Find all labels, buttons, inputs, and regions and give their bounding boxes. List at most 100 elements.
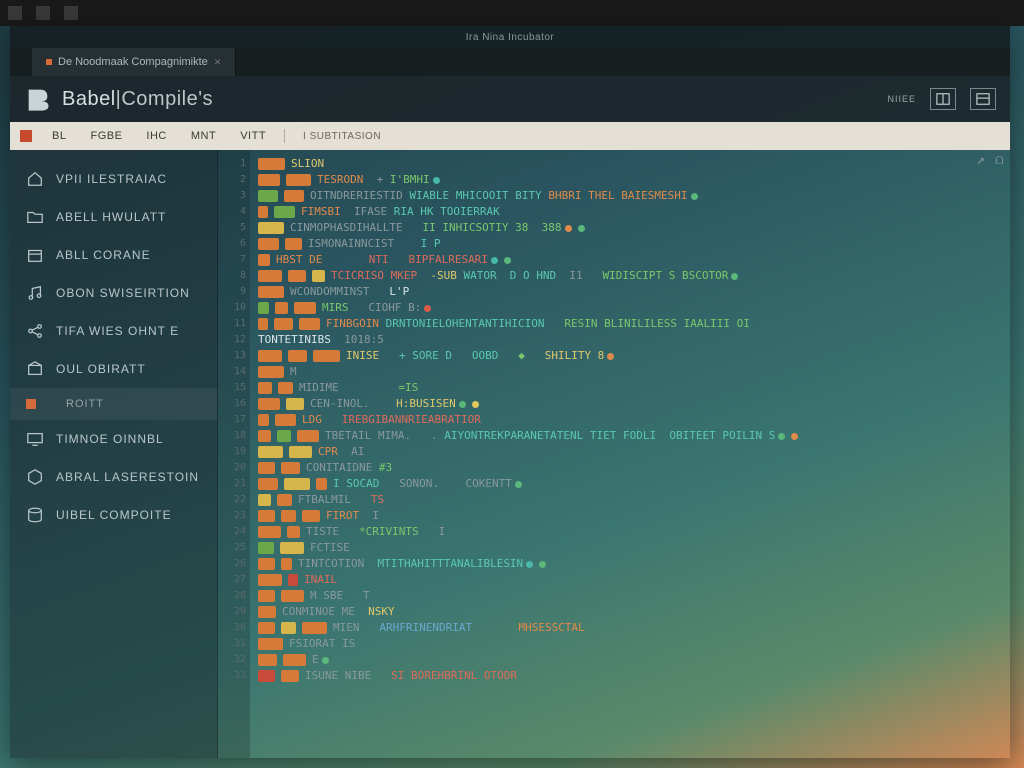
code-line[interactable]: 17LDG IREBGIBANNRIEABRATIOR [258,412,1000,428]
code-line[interactable]: 25FCTISE [258,540,1000,556]
code-token: TISTE [306,524,339,540]
code-line[interactable]: 28M SBE T [258,588,1000,604]
gutter-badge [289,446,312,458]
menu-item-4[interactable]: VITT [230,127,276,145]
code-line[interactable]: 6ISMONAINNCIST I P [258,236,1000,252]
code-token: E [312,652,319,668]
menu-item-1[interactable]: FGBE [80,127,132,145]
code-line[interactable]: 23FIROT I [258,508,1000,524]
code-line[interactable]: 33ISUNE NIBE SI BOREHBRINL OTODR [258,668,1000,684]
gutter-badge [280,542,304,554]
code-line[interactable]: 22FTBALMIL TS [258,492,1000,508]
sidebar-item-2[interactable]: ABLL CORANE [10,236,217,274]
sidebar-item-label: ROITT [66,398,104,410]
code-line[interactable]: 7HBST DE NTI BIPFALRESARI [258,252,1000,268]
sidebar-item-4[interactable]: TIFA WIES OHNT E [10,312,217,350]
sidebar-item-7[interactable]: TIMNOE OINNBL [10,420,217,458]
menu-extra[interactable]: I SUBTITASION [293,128,391,145]
code-line[interactable]: 30MIEN ARHFRINENDRIAT MHSESSCTAL [258,620,1000,636]
code-line[interactable]: 19CPR AI [258,444,1000,460]
sidebar-item-label: ABELL HWULATT [56,210,166,224]
code-line[interactable]: 27INAIL [258,572,1000,588]
code-token: ISUNE NIBE [305,668,371,684]
gutter-badge [286,398,304,410]
status-dot-icon [472,401,479,408]
code-line[interactable]: 11FINBGOIN DRNTONIELOHENTANTIHICION RESI… [258,316,1000,332]
menu-item-3[interactable]: MNT [181,127,226,145]
gutter-badge [258,526,281,538]
gutter-badge [316,478,327,490]
code-token: *CRIVINTS [359,524,419,540]
code-token: FINBGOIN [326,316,379,332]
os-app-icon-1[interactable] [36,6,50,20]
os-app-icon-2[interactable] [64,6,78,20]
code-line[interactable]: 5CINMOPHASDIHALLTE II INHICSOTIY 38 388 [258,220,1000,236]
code-line[interactable]: 4FIMSBI IFASE RIA HK TOOIERRAK [258,204,1000,220]
layout-split-button[interactable] [930,88,956,110]
line-number: 20 [218,460,246,476]
sidebar-item-label: TIMNOE OINNBL [56,432,164,446]
sidebar-item-3[interactable]: OBON SWISEIRTION [10,274,217,312]
code-token: OITNDRERIESTID [310,188,403,204]
code-line[interactable]: 9WCONDOMMINST L'P [258,284,1000,300]
code-token: I SOCAD [333,476,379,492]
code-token: FTBALMIL [298,492,351,508]
status-dot-icon [791,433,798,440]
line-number: 33 [218,668,246,684]
code-token: CINMOPHASDIHALLTE [290,220,403,236]
sidebar-item-9[interactable]: UIBEL COMPOITE [10,496,217,534]
line-number: 31 [218,636,246,652]
code-line[interactable]: 21I SOCAD SONON. COKENTT [258,476,1000,492]
code-line[interactable]: 26TINTCOTION MTITHAHITTTANALIBLESIN [258,556,1000,572]
record-icon[interactable] [20,130,32,142]
code-line[interactable]: 14M [258,364,1000,380]
code-token: CIOHF B: [349,300,422,316]
gutter-badge [258,590,275,602]
code-line[interactable]: 13INISE + SORE D OOBD ◆ SHILITY 8 [258,348,1000,364]
code-token: 1018:5 [331,332,384,348]
code-line[interactable]: 24TISTE *CRIVINTS I [258,524,1000,540]
code-token: MIEN [333,620,360,636]
code-line[interactable]: 31FSIORAT IS [258,636,1000,652]
line-number: 30 [218,620,246,636]
code-token: NTI [369,252,389,268]
sidebar-item-5[interactable]: OUL OBIRATT [10,350,217,388]
code-token: TINTCOTION [298,556,364,572]
code-line[interactable]: 15MIDIME =IS [258,380,1000,396]
code-token [322,412,342,428]
code-line[interactable]: 20CONITAIDNE #3 [258,460,1000,476]
status-dot-icon [504,257,511,264]
os-menu-icon[interactable] [8,6,22,20]
close-icon[interactable]: ✕ [214,57,222,68]
code-line[interactable]: 29CONMINOE ME NSKY [258,604,1000,620]
line-number: 1 [218,156,246,172]
code-line[interactable]: 12TONTETINIBS 1018:5 [258,332,1000,348]
code-editor[interactable]: ↗ ⩍ 1SLION2TESRODN + I'BMHI3OITNDRERIEST… [218,150,1010,758]
code-token: I P [394,236,440,252]
sidebar-item-0[interactable]: VPII ILESTRAIAC [10,160,217,198]
line-number: 28 [218,588,246,604]
code-line[interactable]: 10MIRS CIOHF B: [258,300,1000,316]
code-line[interactable]: 8TCICRISO MKEP -SUB WATOR D O HND I1 WID… [258,268,1000,284]
code-content[interactable]: 1SLION2TESRODN + I'BMHI3OITNDRERIESTID W… [218,150,1010,758]
line-number: 3 [218,188,246,204]
gutter-badge [258,190,278,202]
layout-panel-button[interactable] [970,88,996,110]
code-line[interactable]: 2TESRODN + I'BMHI [258,172,1000,188]
code-line[interactable]: 18TBETAIL MIMA. . AIYONTREKPARANETATENL … [258,428,1000,444]
gutter-badge [258,494,271,506]
gutter-badge [258,302,269,314]
gutter-badge [281,670,299,682]
sidebar-item-8[interactable]: ABRAL LASERESTOIN [10,458,217,496]
menu-item-0[interactable]: BL [42,127,76,145]
code-line[interactable]: 32E [258,652,1000,668]
tab-document[interactable]: De Noodmaak Compagnimikte ✕ [32,48,236,76]
code-token: OOBD [452,348,498,364]
menu-item-2[interactable]: IHC [136,127,176,145]
tab-modified-icon [46,59,52,65]
code-line[interactable]: 3OITNDRERIESTID WIABLE MHICOOIT BITY BHB… [258,188,1000,204]
code-line[interactable]: 16CEN-INOL. H:BUSISEN [258,396,1000,412]
sidebar-item-1[interactable]: ABELL HWULATT [10,198,217,236]
code-line[interactable]: 1SLION [258,156,1000,172]
sidebar-item-6[interactable]: ROITT [10,388,217,420]
